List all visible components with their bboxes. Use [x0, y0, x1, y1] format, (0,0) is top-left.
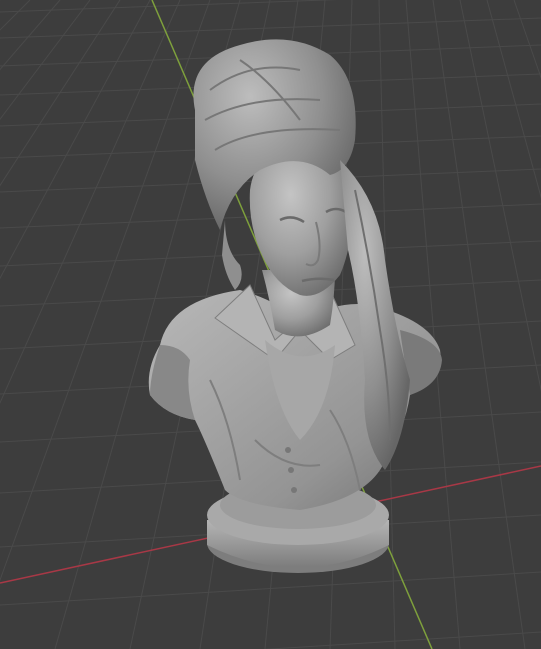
shirt-button: [285, 447, 291, 453]
shirt-button: [288, 467, 294, 473]
shirt-button: [291, 487, 297, 493]
3d-viewport[interactable]: [0, 0, 541, 649]
viewport-canvas[interactable]: [0, 0, 541, 649]
sculpted-bust-model[interactable]: [148, 39, 442, 573]
